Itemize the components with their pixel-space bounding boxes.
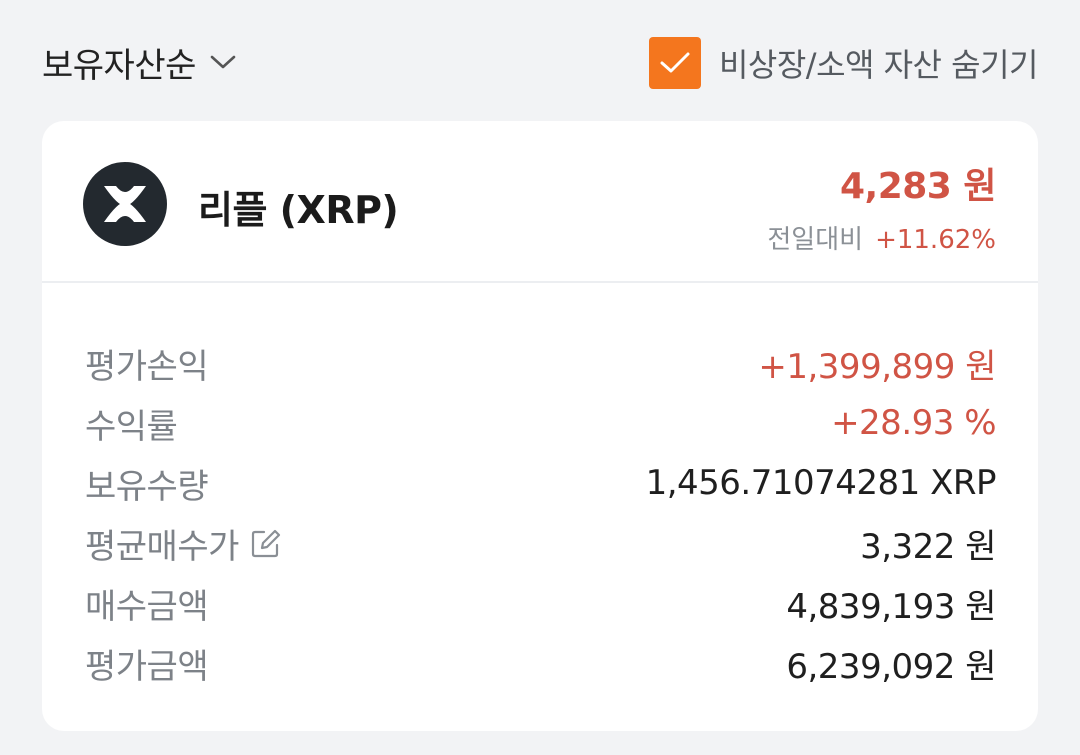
profit-loss-label: 평가손익 bbox=[85, 346, 209, 387]
purchase-amount-value: 4,839,193 원 bbox=[786, 586, 996, 627]
quantity-value: 1,456.71074281 XRP bbox=[645, 463, 997, 503]
asset-details: 평가손익 +1,399,899 원 수익률 +28.93 % 보유수량 1,45… bbox=[42, 333, 1038, 693]
detail-row-return-rate: 수익률 +28.93 % bbox=[42, 393, 1038, 453]
price-box: 4,283 원 전일대비 +11.62% bbox=[767, 157, 996, 256]
daily-change: 전일대비 +11.62% bbox=[767, 219, 996, 256]
top-bar: 보유자산순 비상장/소액 자산 숨기기 bbox=[0, 0, 1080, 120]
asset-card-header: 리플 (XRP) 4,283 원 전일대비 +11.62% bbox=[42, 121, 1038, 283]
return-rate-label: 수익률 bbox=[85, 406, 178, 447]
detail-row-profit-loss: 평가손익 +1,399,899 원 bbox=[42, 333, 1038, 393]
hide-small-assets-toggle[interactable]: 비상장/소액 자산 숨기기 bbox=[648, 36, 1039, 90]
sort-label: 보유자산순 bbox=[42, 45, 196, 86]
valuation-label: 평가금액 bbox=[85, 646, 209, 687]
avg-price-label: 평균매수가 bbox=[85, 526, 239, 567]
detail-row-avg-price: 평균매수가 3,322 원 bbox=[42, 513, 1038, 573]
avg-price-value: 3,322 원 bbox=[860, 526, 996, 567]
xrp-logo-icon bbox=[83, 162, 167, 246]
chevron-down-icon bbox=[208, 47, 238, 77]
edit-icon[interactable] bbox=[249, 526, 283, 560]
profit-loss-value: +1,399,899 원 bbox=[758, 346, 996, 387]
detail-row-valuation: 평가금액 6,239,092 원 bbox=[42, 633, 1038, 693]
sort-dropdown[interactable]: 보유자산순 bbox=[42, 38, 238, 86]
detail-row-quantity: 보유수량 1,456.71074281 XRP bbox=[42, 453, 1038, 513]
return-rate-value: +28.93 % bbox=[831, 403, 996, 443]
avg-price-label-wrap: 평균매수가 bbox=[85, 519, 283, 568]
asset-card[interactable]: 리플 (XRP) 4,283 원 전일대비 +11.62% 평가손익 +1,399… bbox=[42, 121, 1038, 731]
hide-small-assets-checkbox[interactable] bbox=[648, 37, 701, 89]
detail-row-purchase-amount: 매수금액 4,839,193 원 bbox=[42, 573, 1038, 633]
valuation-value: 6,239,092 원 bbox=[786, 646, 996, 687]
hide-small-assets-label: 비상장/소액 자산 숨기기 bbox=[718, 46, 1039, 84]
checkmark-icon bbox=[660, 52, 690, 73]
asset-name: 리플 (XRP) bbox=[198, 188, 399, 232]
purchase-amount-label: 매수금액 bbox=[85, 586, 209, 627]
current-price: 4,283 원 bbox=[839, 166, 997, 207]
daily-change-value: +11.62% bbox=[875, 225, 996, 255]
quantity-label: 보유수량 bbox=[85, 466, 209, 507]
daily-change-label: 전일대비 bbox=[767, 225, 864, 255]
